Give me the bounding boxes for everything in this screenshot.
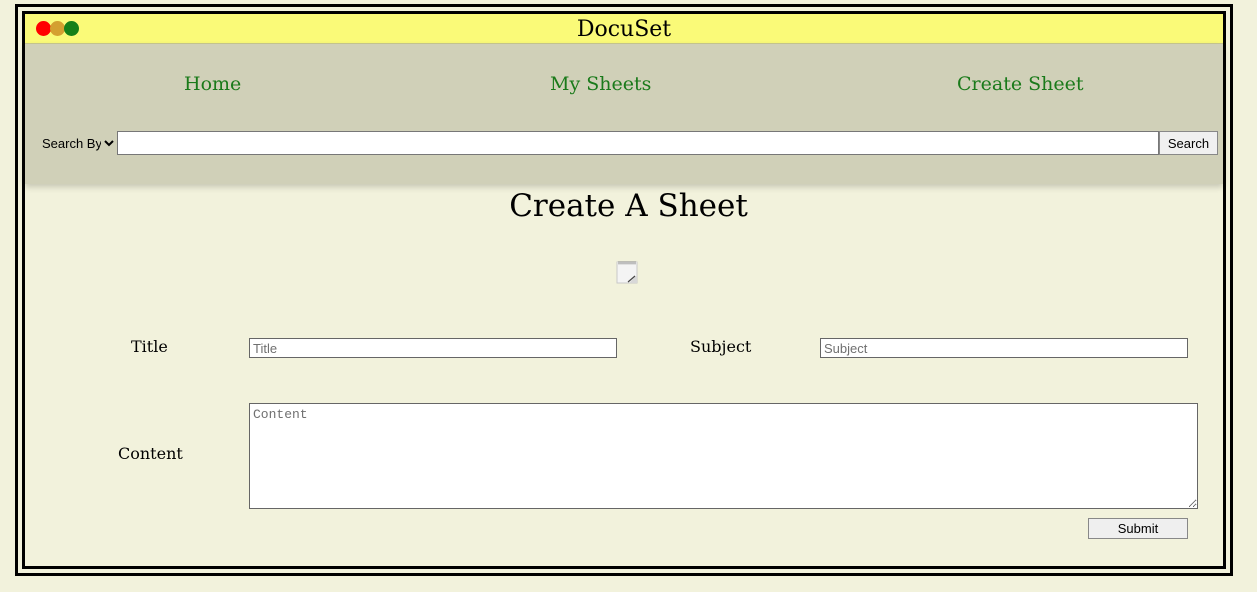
notepad-icon <box>616 261 638 284</box>
window-titlebar: DocuSet <box>25 14 1223 44</box>
content-label: Content <box>118 444 183 463</box>
navbar: Home My Sheets Create Sheet Search By Se… <box>25 44 1223 184</box>
title-label: Title <box>131 337 168 356</box>
search-input[interactable] <box>117 131 1159 155</box>
nav-home-link[interactable]: Home <box>184 73 241 95</box>
submit-button[interactable]: Submit <box>1088 518 1188 539</box>
title-input[interactable] <box>249 338 617 358</box>
app-title: DocuSet <box>576 17 672 42</box>
page-title: Create A Sheet <box>509 188 748 224</box>
nav-my-sheets-link[interactable]: My Sheets <box>550 73 651 95</box>
search-bar: Search By Search <box>38 131 1220 155</box>
search-by-select[interactable]: Search By <box>38 132 117 154</box>
search-button[interactable]: Search <box>1159 131 1218 155</box>
content-textarea[interactable] <box>249 403 1198 509</box>
subject-label: Subject <box>690 337 752 356</box>
nav-create-sheet-link[interactable]: Create Sheet <box>957 73 1084 95</box>
subject-input[interactable] <box>820 338 1188 358</box>
